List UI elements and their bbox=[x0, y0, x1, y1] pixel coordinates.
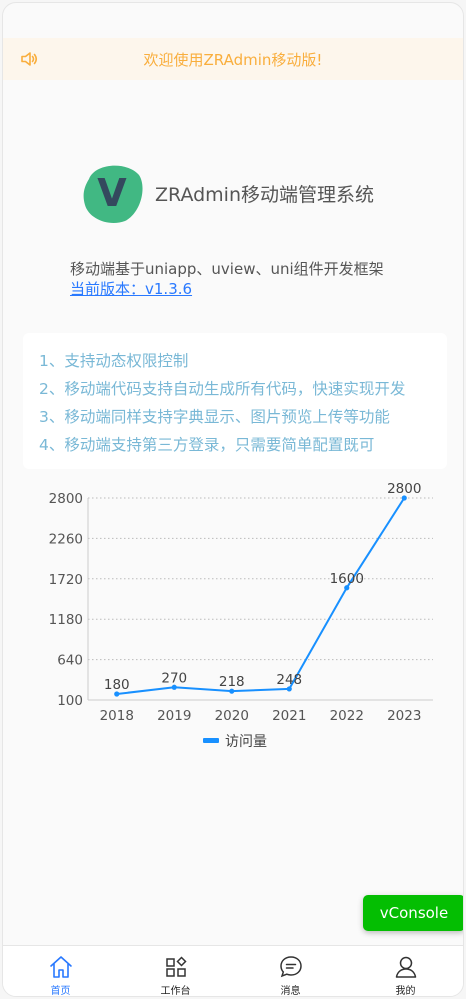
volume-icon bbox=[21, 52, 38, 66]
logo-letter: V bbox=[97, 171, 127, 215]
data-label: 270 bbox=[161, 670, 187, 686]
y-tick-label: 1720 bbox=[49, 572, 83, 588]
data-label: 1600 bbox=[330, 571, 364, 587]
x-tick-label: 2021 bbox=[272, 708, 306, 724]
visits-line-chart: 100 640 1180 1720 2260 2800 2018 2019 2020 2021 20… bbox=[49, 481, 433, 750]
grid-icon bbox=[165, 956, 187, 977]
phone-screen: 欢迎使用ZRAdmin移动版! V ZRAdmin移动端管理系统 移动端基于un… bbox=[2, 2, 464, 997]
app-title: ZRAdmin移动端管理系统 bbox=[155, 183, 375, 206]
y-tick-label: 100 bbox=[57, 693, 83, 709]
tab-bar: 首页 工作台 消息 我的 bbox=[3, 945, 463, 997]
x-tick-label: 2022 bbox=[330, 708, 364, 724]
tab-label: 我的 bbox=[395, 986, 416, 997]
notice-text: 欢迎使用ZRAdmin移动版! bbox=[143, 50, 323, 69]
feature-item: 4、移动端支持第三方登录，只需要简单配置既可 bbox=[39, 436, 375, 454]
vconsole-button[interactable]: vConsole bbox=[363, 895, 463, 931]
version-link[interactable]: 当前版本：v1.3.6 bbox=[70, 278, 192, 299]
notice-bar[interactable]: 欢迎使用ZRAdmin移动版! bbox=[3, 38, 463, 80]
data-label: 218 bbox=[219, 674, 245, 690]
tab-label: 工作台 bbox=[160, 986, 191, 997]
x-tick-label: 2020 bbox=[215, 708, 249, 724]
home-icon bbox=[49, 956, 72, 978]
feature-list: 1、支持动态权限控制 2、移动端代码支持自动生成所有代码，快速实现开发 3、移动… bbox=[23, 333, 447, 469]
app-description: 移动端基于uniapp、uview、uni组件开发框架 bbox=[70, 260, 384, 278]
y-tick-label: 640 bbox=[57, 653, 83, 669]
legend-label: 访问量 bbox=[225, 734, 267, 750]
tab-label: 消息 bbox=[280, 986, 301, 997]
user-icon bbox=[395, 956, 416, 978]
tab-home[interactable]: 首页 bbox=[3, 946, 118, 997]
data-label: 180 bbox=[104, 677, 130, 693]
tab-workbench[interactable]: 工作台 bbox=[118, 946, 233, 997]
feature-item: 2、移动端代码支持自动生成所有代码，快速实现开发 bbox=[39, 380, 406, 398]
y-tick-label: 1180 bbox=[49, 612, 83, 628]
x-tick-label: 2023 bbox=[387, 708, 421, 724]
y-tick-label: 2260 bbox=[49, 531, 83, 547]
data-label: 248 bbox=[276, 672, 302, 688]
legend-swatch bbox=[203, 738, 219, 743]
feature-item: 1、支持动态权限控制 bbox=[39, 352, 189, 370]
app-logo: V bbox=[83, 165, 143, 224]
feature-item: 3、移动端同样支持字典显示、图片预览上传等功能 bbox=[39, 408, 390, 426]
tab-messages[interactable]: 消息 bbox=[233, 946, 348, 997]
tab-profile[interactable]: 我的 bbox=[348, 946, 463, 997]
data-label: 2800 bbox=[387, 481, 421, 497]
tab-label: 首页 bbox=[50, 986, 71, 997]
app-header: V ZRAdmin移动端管理系统 bbox=[81, 161, 374, 225]
y-tick-label: 2800 bbox=[49, 491, 83, 507]
message-icon bbox=[279, 956, 302, 978]
x-tick-label: 2018 bbox=[100, 708, 134, 724]
x-tick-label: 2019 bbox=[157, 708, 191, 724]
series-line bbox=[116, 497, 406, 696]
